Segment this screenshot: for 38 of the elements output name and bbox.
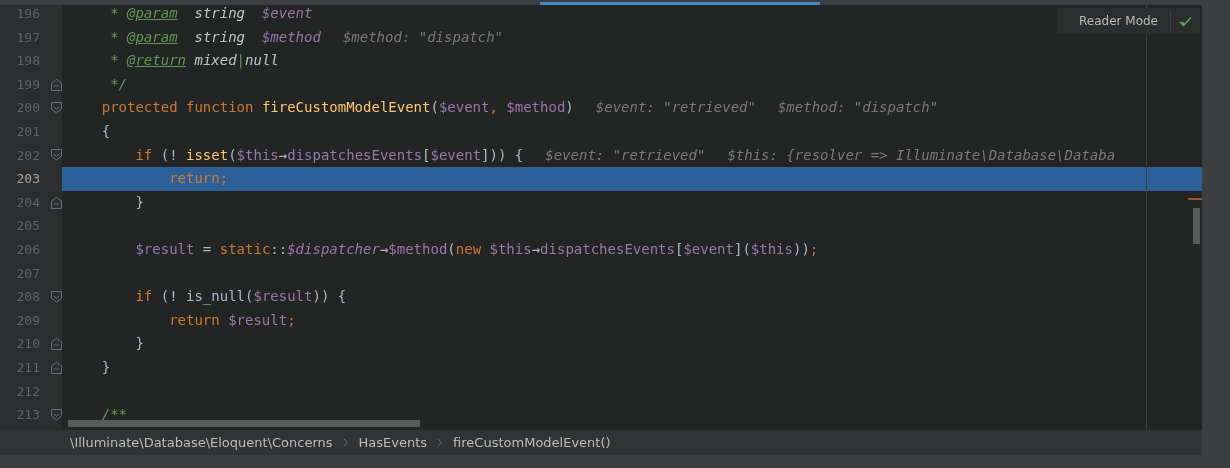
chevron-icon: [437, 438, 444, 447]
code-line: */: [109, 74, 127, 94]
code-line: if (! isset($this→dispatchesEvents[$event])) {: [134, 145, 524, 165]
vertical-scroll-thumb[interactable]: [1193, 208, 1200, 244]
code-line: }: [134, 192, 144, 212]
fold-icon[interactable]: [51, 78, 62, 91]
inlay-hint: $event: "retrieved": [545, 145, 706, 165]
code-line: protected function fireCustomModelEvent($event, $method): [100, 98, 574, 118]
fold-icon[interactable]: [51, 290, 62, 303]
code-line: return;: [168, 169, 229, 189]
inlay-hint: $event: "retrieved": [595, 98, 756, 118]
chevron-icon: [342, 438, 349, 447]
check-icon: [1179, 15, 1192, 27]
code-line: * @param string $event: [109, 5, 313, 23]
line-number: 203: [15, 170, 40, 189]
inlay-hint: $method: "dispatch": [342, 27, 504, 47]
code-line: if (! is_null($result)) {: [134, 287, 347, 307]
fold-icon[interactable]: [51, 149, 62, 162]
inlay-hint: $method: "dispatch": [777, 98, 939, 118]
breadcrumb[interactable]: fireCustomModelEvent(): [453, 435, 611, 450]
fold-icon[interactable]: [51, 408, 62, 421]
code-line: return $result;: [168, 310, 296, 330]
fold-icon[interactable]: [51, 102, 62, 115]
code-line: * @param string $method: [109, 27, 321, 47]
code-line: }: [134, 334, 144, 354]
fold-icon[interactable]: [51, 338, 62, 351]
code-line: {: [100, 121, 111, 141]
code-line: $result = static::$dispatcher→$method(new $this→dispatchesEvents[$event]($this));: [134, 239, 819, 259]
fold-icon[interactable]: [51, 361, 62, 374]
code-line: * @return mixed|null: [109, 51, 279, 71]
breadcrumb[interactable]: \Illuminate\Database\Eloquent\Concerns: [70, 435, 333, 450]
error-stripe-mark: [1188, 198, 1202, 200]
fold-icon[interactable]: [51, 196, 62, 209]
code-line: /**: [100, 405, 127, 425]
horizontal-scroll-thumb[interactable]: [68, 420, 420, 427]
code-line: }: [100, 357, 111, 377]
breadcrumb[interactable]: HasEvents: [358, 435, 428, 450]
inlay-hint: $this: {resolver => Illuminate\Database\Databa: [727, 145, 1116, 165]
